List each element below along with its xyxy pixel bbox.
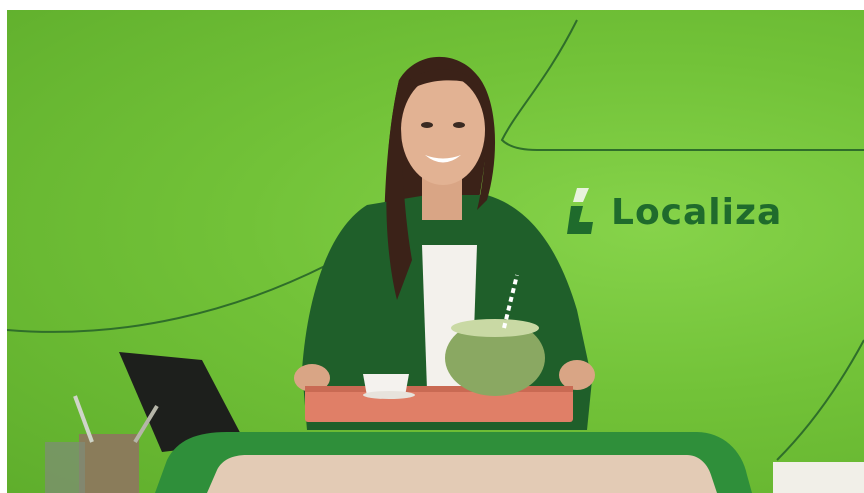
localiza-logo-icon (567, 186, 597, 238)
wire-basket (45, 442, 85, 493)
localiza-wordmark: Localiza (611, 191, 783, 233)
tray-rim (305, 386, 573, 392)
right-hand (559, 360, 595, 390)
face (401, 75, 485, 185)
right-eye (453, 122, 465, 128)
background-curve-right (776, 339, 864, 461)
scene-illustration (7, 19, 864, 493)
left-eye (421, 122, 433, 128)
video-frame: Localiza (7, 10, 864, 493)
background-curve-left (7, 264, 328, 333)
pen-holder (79, 434, 139, 493)
localiza-logo: Localiza (567, 182, 782, 242)
paper (773, 462, 864, 493)
desk-front (207, 455, 717, 493)
saucer (363, 391, 415, 399)
background-curve-top (500, 19, 864, 151)
coconut-top (451, 319, 539, 337)
